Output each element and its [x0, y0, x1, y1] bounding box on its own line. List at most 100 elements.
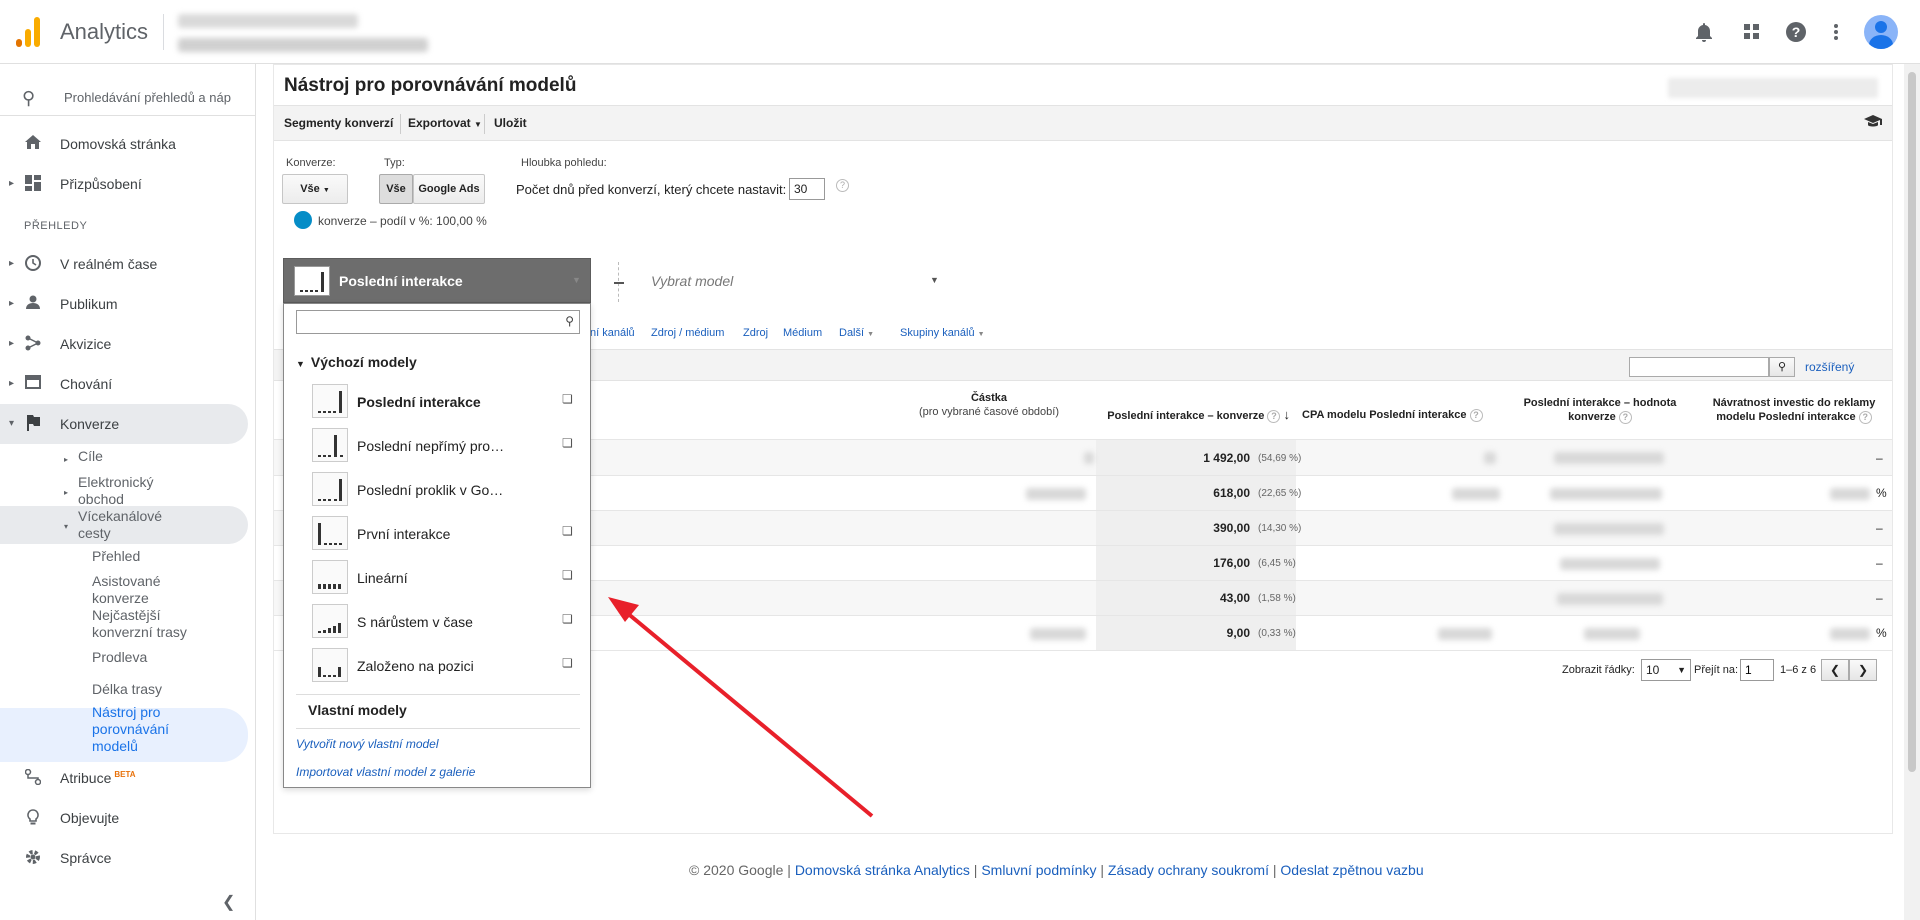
default-models-group[interactable]: ▼ Výchozí modely	[296, 354, 417, 370]
dim-more-link[interactable]: Další ▼	[839, 327, 874, 339]
sidebar-item-home[interactable]: Domovská stránka	[0, 124, 248, 164]
help-icon[interactable]: ?	[836, 179, 849, 192]
collapse-sidebar-icon[interactable]: ❮	[222, 892, 235, 912]
table-cell-roas: –	[1876, 451, 1883, 465]
page-scrollbar[interactable]	[1904, 64, 1920, 920]
dim-source-medium-link[interactable]: Zdroj / médium	[651, 327, 724, 339]
help-icon[interactable]: ?	[1618, 411, 1632, 424]
analytics-logo-icon[interactable]	[16, 17, 42, 47]
graduation-cap-icon[interactable]	[1864, 115, 1882, 133]
days-input[interactable]	[789, 178, 825, 200]
sidebar-item-overview[interactable]: Přehled	[92, 548, 140, 565]
sidebar-item-label: Konverze	[60, 416, 120, 432]
export-button[interactable]: Exportovat ▼	[408, 116, 482, 130]
apps-grid-icon[interactable]	[1738, 18, 1766, 46]
sidebar-item-path-length[interactable]: Délka trasy	[92, 681, 162, 698]
goto-label: Přejít na:	[1694, 664, 1739, 676]
advanced-filter-link[interactable]: rozšířený	[1805, 360, 1854, 374]
more-vert-icon[interactable]	[1822, 18, 1850, 46]
table-cell-pct: (6,45 %)	[1258, 558, 1296, 569]
copy-icon[interactable]: ❏	[562, 612, 573, 626]
share-label: konverze – podíl v %: 100,00 %	[318, 214, 487, 228]
conversion-select[interactable]: Vše ▼	[282, 174, 348, 204]
sidebar-item-label: Domovská stránka	[60, 136, 176, 152]
sidebar-item-audience[interactable]: ▸ Publikum	[0, 284, 248, 324]
blurred-value	[1452, 488, 1500, 500]
col-cpa-header[interactable]: CPA modelu Poslední interakce ?	[1302, 408, 1492, 422]
copy-icon[interactable]: ❏	[562, 436, 573, 450]
model-item-time-decay[interactable]: S nárůstem v čase ❏	[312, 602, 580, 642]
avatar[interactable]	[1864, 15, 1898, 49]
sidebar-item-attribution[interactable]: Atribuce BETA	[0, 758, 248, 798]
sidebar-item-time-lag[interactable]: Prodleva	[92, 649, 147, 666]
sidebar-item-realtime[interactable]: ▸ V reálném čase	[0, 244, 248, 284]
save-button[interactable]: Uložit	[494, 116, 527, 130]
date-range-picker[interactable]	[1668, 78, 1878, 98]
help-icon[interactable]: ?	[1267, 410, 1281, 423]
type-all-button[interactable]: Vše	[379, 174, 413, 204]
import-custom-model-link[interactable]: Importovat vlastní model z galerie	[296, 765, 475, 779]
caret-down-icon[interactable]: ▼	[930, 275, 939, 285]
sort-arrow-icon[interactable]: ↓	[1284, 407, 1291, 422]
sidebar-item-top-paths[interactable]: Nejčastější konverzní trasy	[92, 607, 212, 641]
model-item-last-non-direct[interactable]: Poslední nepřímý pro… ❏	[312, 426, 580, 466]
sidebar-item-ecommerce[interactable]: Elektronický obchod	[78, 474, 188, 508]
sidebar-item-assisted[interactable]: Asistované konverze	[92, 573, 202, 607]
sidebar-item-behavior[interactable]: ▸ Chování	[0, 364, 248, 404]
sidebar-item-admin[interactable]: Správce	[0, 838, 248, 878]
copy-icon[interactable]: ❏	[562, 524, 573, 538]
app-title[interactable]: Analytics	[60, 19, 148, 45]
footer-feedback-link[interactable]: Odeslat zpětnou vazbu	[1280, 862, 1423, 878]
help-icon[interactable]: ?	[1858, 411, 1872, 424]
col-amount-header[interactable]: Částka (pro vybrané časové období)	[894, 391, 1084, 419]
goto-page-input[interactable]	[1740, 659, 1774, 681]
sidebar-item-model-tool[interactable]: Nástroj pro porovnávání modelů	[92, 704, 202, 755]
bell-icon[interactable]	[1690, 18, 1718, 46]
help-icon[interactable]: ?	[1782, 18, 1810, 46]
footer-privacy-link[interactable]: Zásady ochrany soukromí	[1108, 862, 1269, 878]
rows-per-page-select[interactable]: 10 ▼	[1641, 659, 1691, 681]
sidebar-item-multichannel[interactable]: Vícekanálové cesty	[78, 508, 188, 542]
footer-terms-link[interactable]: Smluvní podmínky	[981, 862, 1096, 878]
model-item-position-based[interactable]: Založeno na pozici ❏	[312, 646, 580, 686]
model-select-button[interactable]: Poslední interakce ▼	[283, 258, 591, 303]
report-search-input[interactable]: Prohledávání přehledů a náp	[64, 90, 234, 105]
segments-button[interactable]: Segmenty konverzí	[284, 116, 393, 130]
rows-per-page-value: 10	[1646, 663, 1660, 677]
model-item-first-interaction[interactable]: První interakce ❏	[312, 514, 580, 554]
sidebar-item-discover[interactable]: Objevujte	[0, 798, 248, 838]
copy-icon[interactable]: ❏	[562, 568, 573, 582]
col-value-header[interactable]: Poslední interakce – hodnota konverze ?	[1510, 396, 1690, 424]
model-item-last-interaction[interactable]: Poslední interakce ❏	[312, 382, 580, 422]
col-roas-header[interactable]: Návratnost investic do reklamy modelu Po…	[1699, 396, 1889, 424]
search-icon[interactable]: ⚲	[1769, 357, 1795, 377]
help-icon[interactable]: ?	[1469, 409, 1483, 422]
select-model-dropdown[interactable]: Vybrat model	[651, 273, 733, 289]
next-page-button[interactable]: ❯	[1849, 659, 1877, 681]
sidebar-item-customize[interactable]: ▸ Přizpůsobení	[0, 164, 248, 204]
sidebar-item-goals[interactable]: Cíle	[78, 448, 103, 465]
model-search-input[interactable]: ⚲	[296, 310, 580, 334]
prev-page-button[interactable]: ❮	[1821, 659, 1849, 681]
sidebar-item-label: Atribuce BETA	[60, 770, 136, 786]
chevron-down-icon: ▼	[1677, 665, 1686, 675]
dim-medium-link[interactable]: Médium	[783, 327, 822, 339]
dim-groups-link[interactable]: Skupiny kanálů ▼	[900, 327, 985, 339]
model-item-last-google-click[interactable]: Poslední proklik v Go…	[312, 470, 580, 510]
copy-icon[interactable]: ❏	[562, 656, 573, 670]
report-search[interactable]: ⚲ Prohledávání přehledů a náp	[0, 76, 256, 116]
account-selector[interactable]	[178, 10, 428, 54]
col-conv-header[interactable]: Poslední interakce – konverze ? ↓	[1100, 408, 1290, 423]
sidebar-item-label: V reálném čase	[60, 256, 158, 272]
attribution-icon	[24, 768, 42, 787]
type-ads-button[interactable]: Google Ads	[413, 174, 485, 204]
sidebar-item-acquisition[interactable]: ▸ Akvizice	[0, 324, 248, 364]
dim-channel-link[interactable]: ní kanálů	[590, 327, 635, 339]
model-item-linear[interactable]: Lineární ❏	[312, 558, 580, 598]
dim-source-link[interactable]: Zdroj	[743, 327, 768, 339]
copy-icon[interactable]: ❏	[562, 392, 573, 406]
table-search-input[interactable]	[1629, 357, 1769, 377]
create-custom-model-link[interactable]: Vytvořit nový vlastní model	[296, 737, 439, 751]
sidebar-item-conversions[interactable]: ▾ Konverze	[0, 404, 248, 444]
footer-home-link[interactable]: Domovská stránka Analytics	[795, 862, 970, 878]
